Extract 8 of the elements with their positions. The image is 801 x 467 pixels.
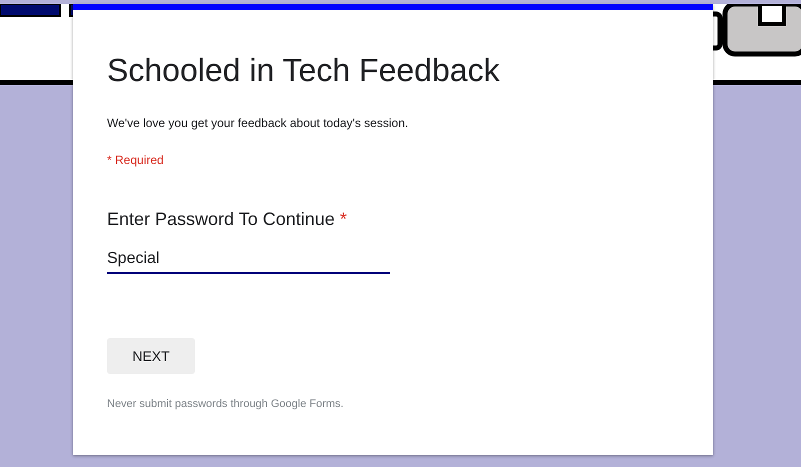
required-note: * Required (107, 152, 164, 168)
footer-note: Never submit passwords through Google Forms. (107, 397, 344, 411)
next-button[interactable]: NEXT (107, 338, 195, 374)
input-field[interactable]: Special (107, 246, 390, 274)
question-label: Enter Password To Continue (107, 209, 335, 229)
form-title: Schooled in Tech Feedback (107, 51, 500, 90)
required-mark: * (340, 209, 347, 229)
form-description: We've love you get your feedback about today's session. (107, 115, 408, 131)
